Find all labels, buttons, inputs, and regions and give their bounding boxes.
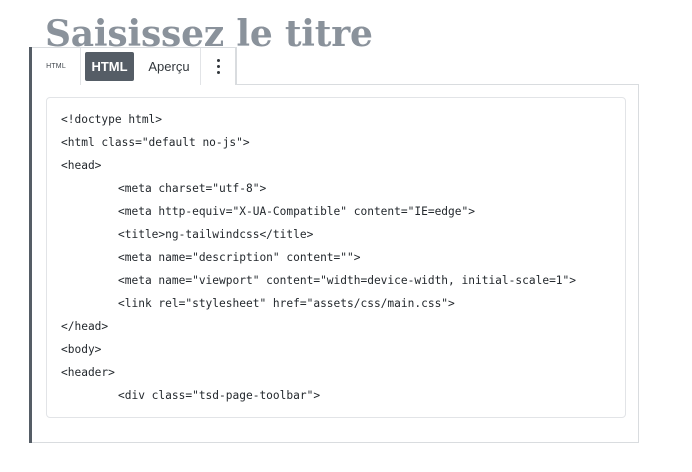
code-line: <html class="default no-js"> bbox=[61, 136, 250, 149]
code-line: <link rel="stylesheet" href="assets/css/… bbox=[118, 297, 455, 310]
html-tab-label: HTML bbox=[91, 59, 128, 74]
code-line: <!doctype html> bbox=[61, 113, 163, 126]
block-toolbar: HTML HTML Aperçu bbox=[32, 47, 237, 85]
code-line: <head> bbox=[61, 159, 102, 172]
html-block[interactable]: HTML HTML Aperçu <!doctype html> <html cl… bbox=[29, 47, 639, 443]
code-line: <meta name="description" content=""> bbox=[118, 251, 361, 264]
vertical-ellipsis-icon bbox=[216, 59, 220, 74]
code-line: <body> bbox=[61, 343, 102, 356]
code-line: </head> bbox=[61, 320, 109, 333]
block-type-label: HTML bbox=[46, 63, 66, 70]
code-line: <meta http-equiv="X-UA-Compatible" conte… bbox=[118, 205, 475, 218]
block-type-button[interactable]: HTML bbox=[32, 48, 81, 85]
html-tab-button[interactable]: HTML bbox=[85, 52, 134, 81]
more-options-button[interactable] bbox=[200, 48, 236, 85]
preview-tab-button[interactable]: Aperçu bbox=[138, 48, 200, 85]
html-code-editor[interactable]: <!doctype html> <html class="default no-j… bbox=[46, 97, 626, 418]
code-line: <div class="tsd-page-toolbar"> bbox=[118, 389, 321, 402]
code-line: <header> bbox=[61, 366, 115, 379]
code-line: <meta name="viewport" content="width=dev… bbox=[118, 274, 577, 287]
block-content-panel: <!doctype html> <html class="default no-j… bbox=[32, 84, 639, 443]
code-line: <title>ng-tailwindcss</title> bbox=[118, 228, 314, 241]
preview-tab-label: Aperçu bbox=[148, 59, 190, 74]
code-line: <meta charset="utf-8"> bbox=[118, 182, 267, 195]
